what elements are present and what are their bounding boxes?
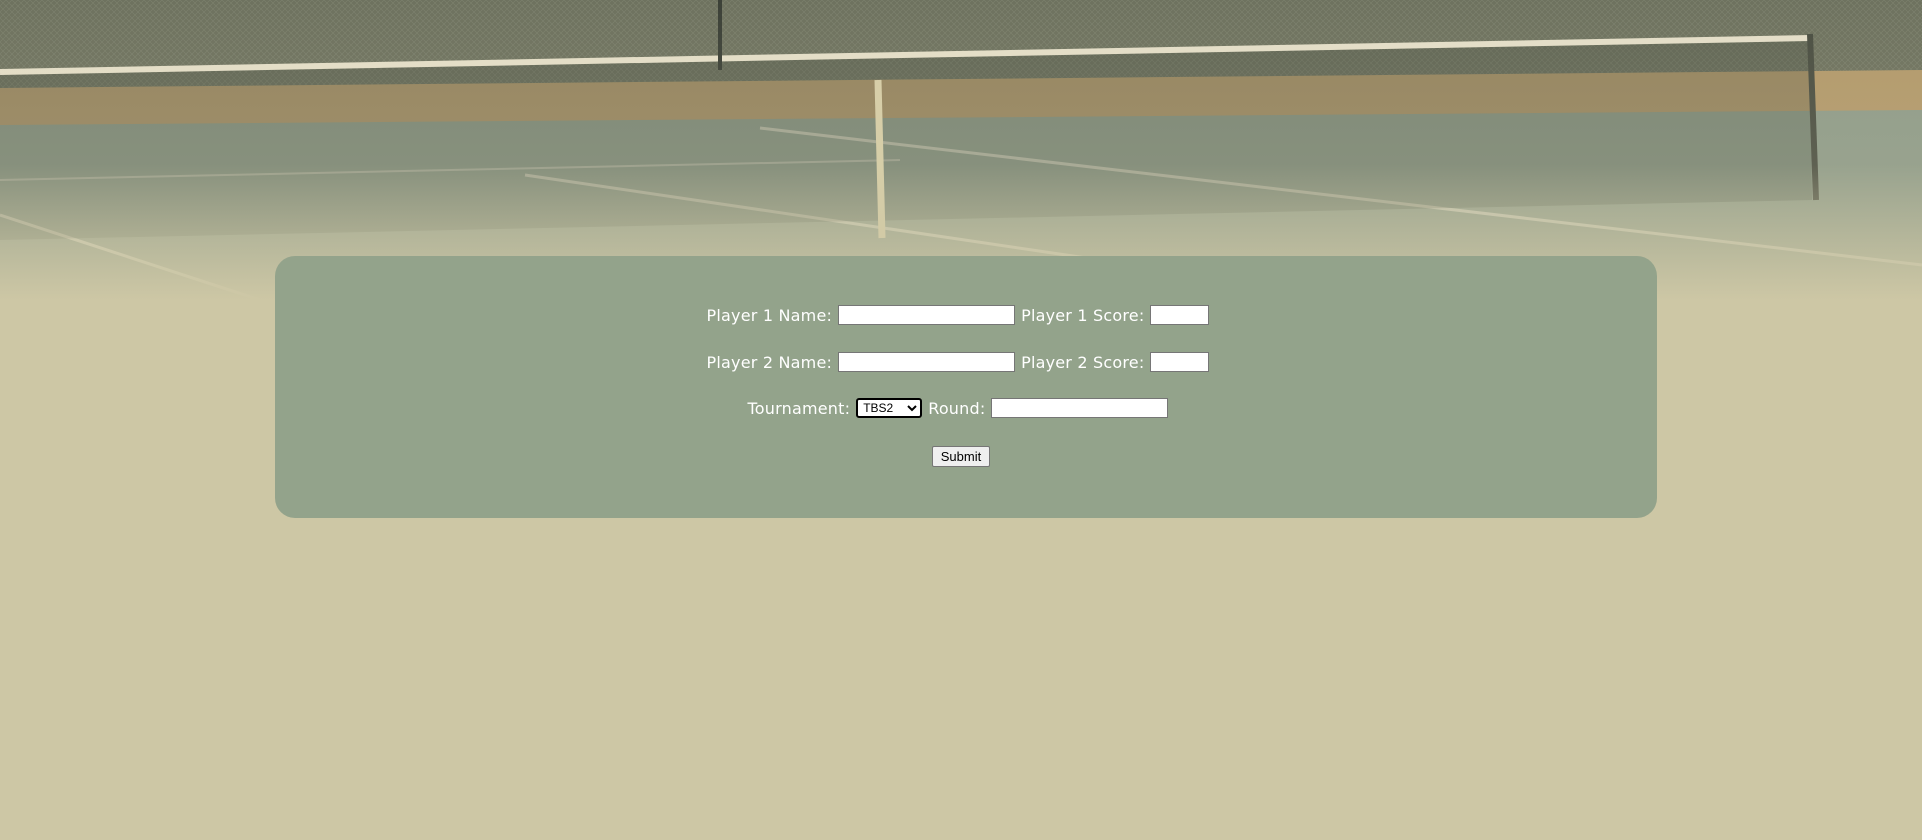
- tournament-select[interactable]: TBS2: [856, 398, 923, 418]
- player1-name-input[interactable]: [838, 305, 1016, 325]
- player1-score-label: Player 1 Score:: [1021, 305, 1145, 325]
- player1-row: Player 1 Name: Player 1 Score:: [0, 305, 1922, 325]
- player2-name-label: Player 2 Name:: [706, 352, 833, 372]
- tennis-court-background-image: [0, 0, 1922, 300]
- player2-name-input[interactable]: [838, 352, 1016, 372]
- submit-button[interactable]: Submit: [932, 446, 990, 467]
- player2-score-input[interactable]: [1150, 352, 1210, 372]
- match-entry-panel: [275, 256, 1657, 518]
- player2-score-label: Player 2 Score:: [1021, 352, 1145, 372]
- tournament-row: Tournament: TBS2 Round:: [0, 398, 1922, 418]
- tournament-label: Tournament:: [747, 398, 851, 418]
- player2-row: Player 2 Name: Player 2 Score:: [0, 352, 1922, 372]
- round-input[interactable]: [991, 398, 1169, 418]
- player1-name-label: Player 1 Name:: [706, 305, 833, 325]
- round-label: Round:: [928, 398, 986, 418]
- submit-row: Submit: [0, 446, 1922, 467]
- player1-score-input[interactable]: [1150, 305, 1210, 325]
